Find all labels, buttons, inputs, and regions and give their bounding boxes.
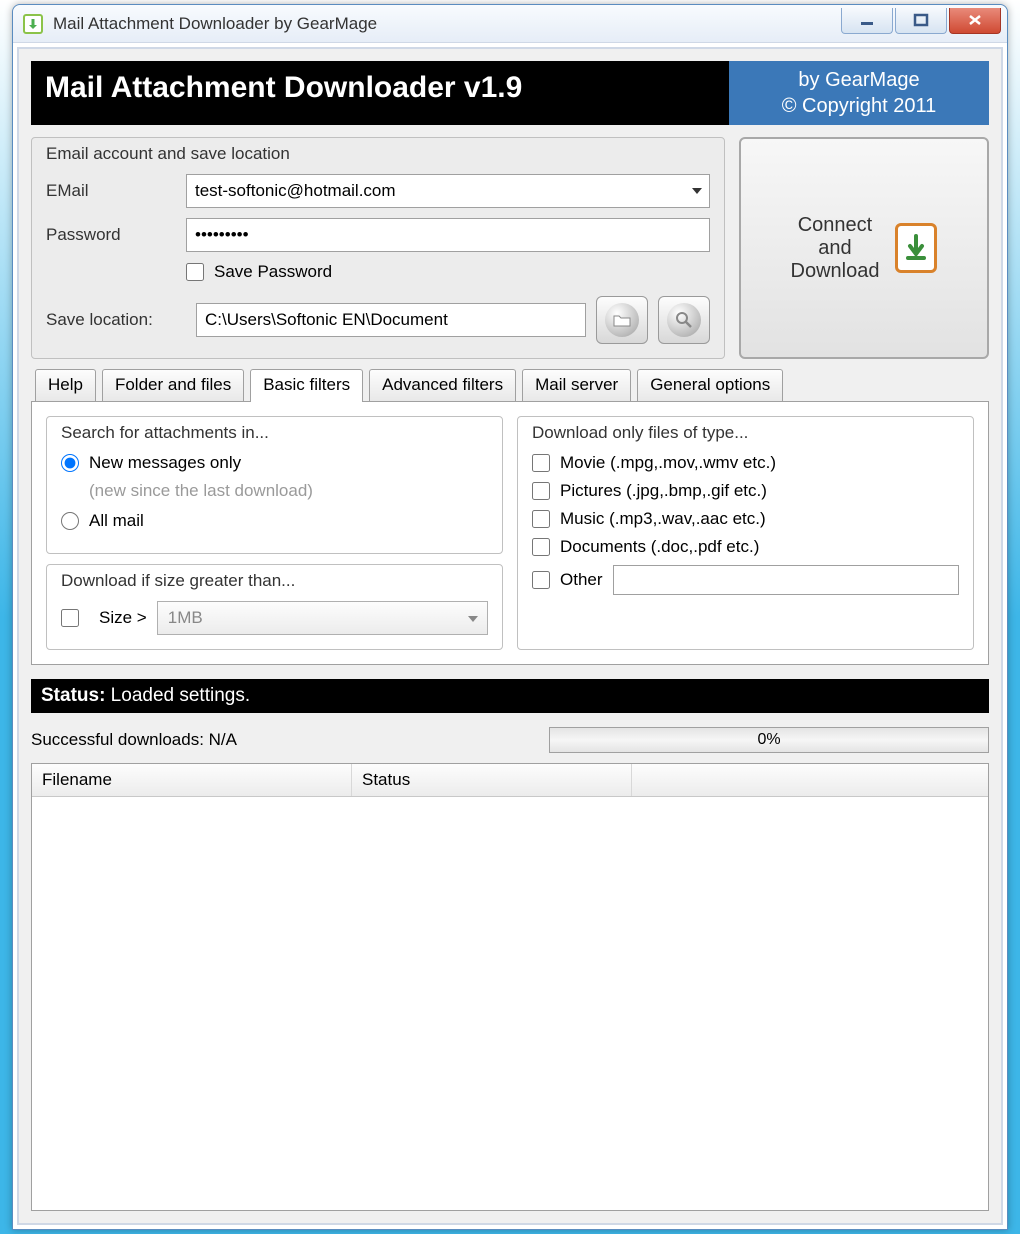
status-label: Status: xyxy=(41,685,105,706)
radio-all-mail[interactable] xyxy=(61,512,79,530)
copyright-line: © Copyright 2011 xyxy=(737,93,981,119)
product-attribution: by GearMage © Copyright 2011 xyxy=(729,61,989,125)
account-group: Email account and save location EMail Pa… xyxy=(31,137,725,359)
grid-header: Filename Status xyxy=(32,764,988,797)
type-movie-checkbox[interactable] xyxy=(532,454,550,472)
save-password-label: Save Password xyxy=(214,262,332,282)
size-checkbox[interactable] xyxy=(61,609,79,627)
product-title: Mail Attachment Downloader v1.9 xyxy=(31,61,729,125)
grid-body xyxy=(32,797,988,1210)
connect-download-button[interactable]: Connect and Download xyxy=(739,137,989,359)
search-location-button[interactable] xyxy=(658,296,710,344)
tab-general-options[interactable]: General options xyxy=(637,369,783,401)
col-status[interactable]: Status xyxy=(352,764,632,796)
connect-button-label: Connect and Download xyxy=(791,214,880,283)
window-title: Mail Attachment Downloader by GearMage xyxy=(53,14,841,34)
radio-new-messages[interactable] xyxy=(61,454,79,472)
tabs: Help Folder and files Basic filters Adva… xyxy=(31,369,989,401)
radio-new-label: New messages only xyxy=(89,453,241,473)
app-icon xyxy=(23,14,43,34)
content-area: Mail Attachment Downloader v1.9 by GearM… xyxy=(17,47,1003,1225)
type-movie-label: Movie (.mpg,.mov,.wmv etc.) xyxy=(560,453,776,473)
save-location-field[interactable] xyxy=(196,303,586,337)
maximize-button[interactable] xyxy=(895,8,947,34)
folder-icon xyxy=(605,303,639,337)
password-label: Password xyxy=(46,225,186,245)
basic-filters-panel: Search for attachments in... New message… xyxy=(31,401,989,665)
progress-text: 0% xyxy=(757,731,780,749)
save-location-label: Save location: xyxy=(46,310,186,330)
by-line: by GearMage xyxy=(737,67,981,93)
status-bar: Status: Loaded settings. xyxy=(31,679,989,713)
save-password-checkbox[interactable] xyxy=(186,263,204,281)
account-legend: Email account and save location xyxy=(46,144,710,164)
progress-bar: 0% xyxy=(549,727,989,753)
browse-folder-button[interactable] xyxy=(596,296,648,344)
size-label: Size > xyxy=(99,608,147,628)
chevron-down-icon xyxy=(467,608,479,628)
tab-advanced-filters[interactable]: Advanced filters xyxy=(369,369,516,401)
col-extra[interactable] xyxy=(632,764,988,796)
type-documents-label: Documents (.doc,.pdf etc.) xyxy=(560,537,759,557)
minimize-button[interactable] xyxy=(841,8,893,34)
type-documents-checkbox[interactable] xyxy=(532,538,550,556)
download-icon xyxy=(895,223,937,273)
type-music-checkbox[interactable] xyxy=(532,510,550,528)
types-legend: Download only files of type... xyxy=(532,423,959,443)
type-other-label: Other xyxy=(560,570,603,590)
type-other-checkbox[interactable] xyxy=(532,571,550,589)
type-other-field[interactable] xyxy=(613,565,959,595)
tab-folder-files[interactable]: Folder and files xyxy=(102,369,244,401)
titlebar[interactable]: Mail Attachment Downloader by GearMage xyxy=(13,5,1007,43)
search-fieldset: Search for attachments in... New message… xyxy=(46,416,503,554)
types-fieldset: Download only files of type... Movie (.m… xyxy=(517,416,974,650)
type-pictures-checkbox[interactable] xyxy=(532,482,550,500)
search-legend: Search for attachments in... xyxy=(61,423,488,443)
close-button[interactable] xyxy=(949,8,1001,34)
size-fieldset: Download if size greater than... Size > … xyxy=(46,564,503,650)
type-music-label: Music (.mp3,.wav,.aac etc.) xyxy=(560,509,766,529)
password-field[interactable] xyxy=(186,218,710,252)
size-legend: Download if size greater than... xyxy=(61,571,488,591)
search-icon xyxy=(667,303,701,337)
size-select[interactable]: 1MB xyxy=(157,601,488,635)
app-window: Mail Attachment Downloader by GearMage M… xyxy=(12,4,1008,1230)
col-filename[interactable]: Filename xyxy=(32,764,352,796)
radio-new-hint: (new since the last download) xyxy=(89,481,488,501)
tab-help[interactable]: Help xyxy=(35,369,96,401)
tab-mail-server[interactable]: Mail server xyxy=(522,369,631,401)
radio-all-label: All mail xyxy=(89,511,144,531)
status-text: Loaded settings. xyxy=(105,685,250,706)
results-grid: Filename Status xyxy=(31,763,989,1211)
type-pictures-label: Pictures (.jpg,.bmp,.gif etc.) xyxy=(560,481,767,501)
email-field[interactable] xyxy=(186,174,710,208)
size-value: 1MB xyxy=(168,608,203,628)
downloads-label: Successful downloads: N/A xyxy=(31,730,237,750)
email-label: EMail xyxy=(46,181,186,201)
tab-basic-filters[interactable]: Basic filters xyxy=(250,369,363,402)
